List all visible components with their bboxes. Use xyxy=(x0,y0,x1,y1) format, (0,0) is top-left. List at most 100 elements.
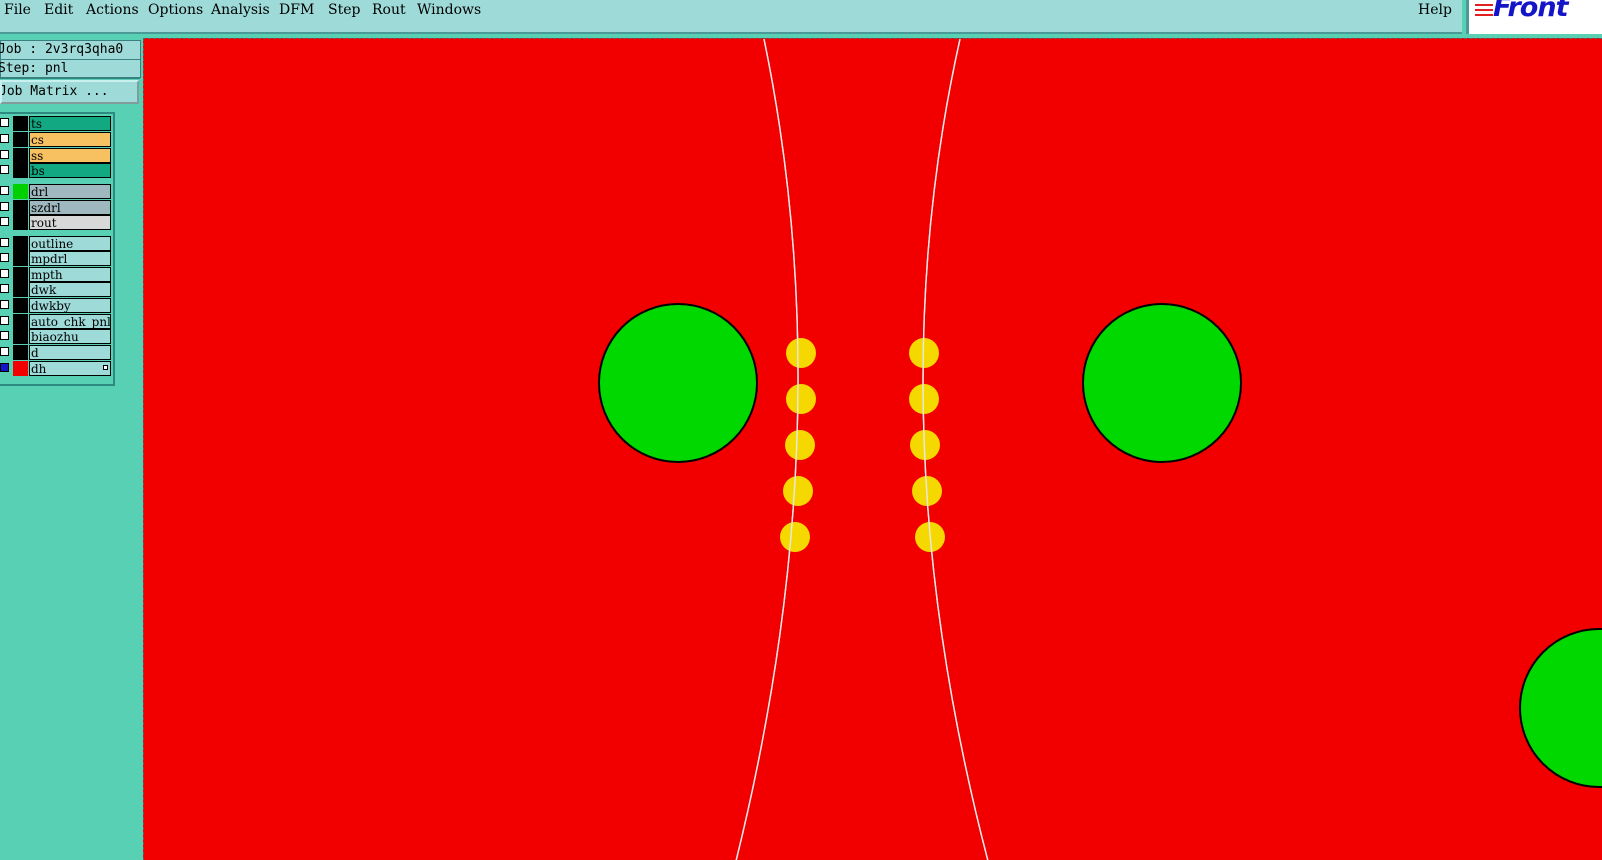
layer-name[interactable]: dwk xyxy=(29,282,111,297)
menu-file[interactable]: File xyxy=(4,0,31,20)
layer-color-swatch[interactable] xyxy=(13,215,28,230)
layer-checkbox[interactable] xyxy=(0,186,9,195)
layer-name[interactable]: ts xyxy=(29,116,111,131)
menu-bar: File Edit Actions Options Analysis DFM S… xyxy=(0,0,1462,34)
layer-row-d[interactable]: d xyxy=(0,345,111,360)
layer-color-swatch[interactable] xyxy=(13,314,28,329)
layer-checkbox[interactable] xyxy=(0,238,9,247)
layer-name[interactable]: ss xyxy=(29,148,111,163)
menu-dfm-label: DFM xyxy=(279,2,315,18)
layer-color-swatch[interactable] xyxy=(13,345,28,360)
layer-row-mpth[interactable]: mpth xyxy=(0,267,111,282)
layer-row-ts[interactable]: ts xyxy=(0,116,111,131)
menu-step[interactable]: Step xyxy=(328,0,360,20)
layer-row-dwkby[interactable]: dwkby xyxy=(0,298,111,313)
layer-row-drl[interactable]: drl xyxy=(0,184,111,199)
layer-row-szdrl[interactable]: szdrl xyxy=(0,200,111,215)
graphic-canvas[interactable] xyxy=(143,38,1602,860)
layer-checkbox[interactable] xyxy=(0,300,9,309)
menu-actions-label: Actions xyxy=(86,2,139,18)
layer-row-auto_chk_pnl[interactable]: auto_chk_pnl xyxy=(0,314,111,329)
menu-help-label: Help xyxy=(1418,2,1452,18)
layer-checkbox[interactable] xyxy=(0,331,9,340)
layer-name[interactable]: d xyxy=(29,345,111,360)
frontline-logo: Front xyxy=(1466,0,1602,34)
small-pad xyxy=(780,522,810,552)
menu-options[interactable]: Options xyxy=(148,0,203,20)
menu-analysis-label: Analysis xyxy=(211,2,270,18)
layer-color-swatch[interactable] xyxy=(13,184,28,199)
layer-name[interactable]: auto_chk_pnl xyxy=(29,314,111,329)
layer-color-swatch[interactable] xyxy=(13,267,28,282)
layer-row-dh[interactable]: dh xyxy=(0,361,111,376)
small-pad xyxy=(785,430,815,460)
layer-color-swatch[interactable] xyxy=(13,163,28,178)
layer-row-ss[interactable]: ss xyxy=(0,148,111,163)
layer-color-swatch[interactable] xyxy=(13,116,28,131)
layer-list: ts cs ss bs drl szdrl rout outline mpdrl mpth dwk d… xyxy=(0,112,115,386)
menu-rout-label: Rout xyxy=(372,2,406,18)
job-matrix-button[interactable]: Job Matrix ... xyxy=(0,80,139,104)
layer-name[interactable]: outline xyxy=(29,236,111,251)
layer-name[interactable]: dwkby xyxy=(29,298,111,313)
logo-speed-lines-icon xyxy=(1475,4,1493,18)
layer-checkbox[interactable] xyxy=(0,269,9,278)
layer-name[interactable]: dh xyxy=(29,361,111,376)
layer-row-bs[interactable]: bs xyxy=(0,163,111,178)
layer-name[interactable]: bs xyxy=(29,163,111,178)
layer-color-swatch[interactable] xyxy=(13,329,28,344)
layer-name[interactable]: mpdrl xyxy=(29,251,111,266)
layer-checkbox[interactable] xyxy=(0,316,9,325)
layer-color-swatch[interactable] xyxy=(13,148,28,163)
job-name: Job : 2v3rq3qha0 xyxy=(0,41,140,60)
layer-checkbox[interactable] xyxy=(0,363,9,372)
layer-color-swatch[interactable] xyxy=(13,361,28,376)
layer-checkbox[interactable] xyxy=(0,347,9,356)
layer-name[interactable]: drl xyxy=(29,184,111,199)
drill-pad-right xyxy=(1082,303,1242,463)
layer-row-outline[interactable]: outline xyxy=(0,236,111,251)
layer-row-dwk[interactable]: dwk xyxy=(0,282,111,297)
layer-color-swatch[interactable] xyxy=(13,200,28,215)
layer-checkbox[interactable] xyxy=(0,165,9,174)
layer-name[interactable]: szdrl xyxy=(29,200,111,215)
layer-color-swatch[interactable] xyxy=(13,132,28,147)
menu-analysis[interactable]: Analysis xyxy=(211,0,270,20)
menu-actions[interactable]: Actions xyxy=(86,0,139,20)
layer-row-mpdrl[interactable]: mpdrl xyxy=(0,251,111,266)
menu-step-label: Step xyxy=(328,2,361,18)
layer-color-swatch[interactable] xyxy=(13,251,28,266)
menu-file-label: File xyxy=(4,2,31,18)
layer-row-biaozhu[interactable]: biaozhu xyxy=(0,329,111,344)
pcb-drawing[interactable] xyxy=(144,39,1602,860)
menu-dfm[interactable]: DFM xyxy=(279,0,314,20)
layer-row-cs[interactable]: cs xyxy=(0,132,111,147)
layer-checkbox[interactable] xyxy=(0,284,9,293)
layer-color-swatch[interactable] xyxy=(13,298,28,313)
menu-edit-label: Edit xyxy=(44,2,74,18)
logo-text: Front xyxy=(1493,0,1568,23)
layer-checkbox[interactable] xyxy=(0,217,9,226)
layer-checkbox[interactable] xyxy=(0,253,9,262)
layer-checkbox[interactable] xyxy=(0,150,9,159)
step-name: Step: pnl xyxy=(0,60,140,79)
menu-rout[interactable]: Rout xyxy=(372,0,406,20)
small-pad xyxy=(909,384,939,414)
drill-pad-left xyxy=(598,303,758,463)
menu-windows[interactable]: Windows xyxy=(417,0,481,20)
layer-checkbox[interactable] xyxy=(0,118,9,127)
layer-color-swatch[interactable] xyxy=(13,236,28,251)
layer-name[interactable]: biaozhu xyxy=(29,329,111,344)
layer-name[interactable]: rout xyxy=(29,215,111,230)
menu-help[interactable]: Help xyxy=(1418,0,1452,20)
small-pad xyxy=(783,476,813,506)
menu-edit[interactable]: Edit xyxy=(44,0,73,20)
layer-color-swatch[interactable] xyxy=(13,282,28,297)
layer-row-rout[interactable]: rout xyxy=(0,215,111,230)
layer-name[interactable]: mpth xyxy=(29,267,111,282)
job-matrix-button-label: Job Matrix ... xyxy=(0,84,109,99)
layer-checkbox[interactable] xyxy=(0,134,9,143)
layer-checkbox[interactable] xyxy=(0,202,9,211)
layer-name[interactable]: cs xyxy=(29,132,111,147)
menu-options-label: Options xyxy=(148,2,204,18)
